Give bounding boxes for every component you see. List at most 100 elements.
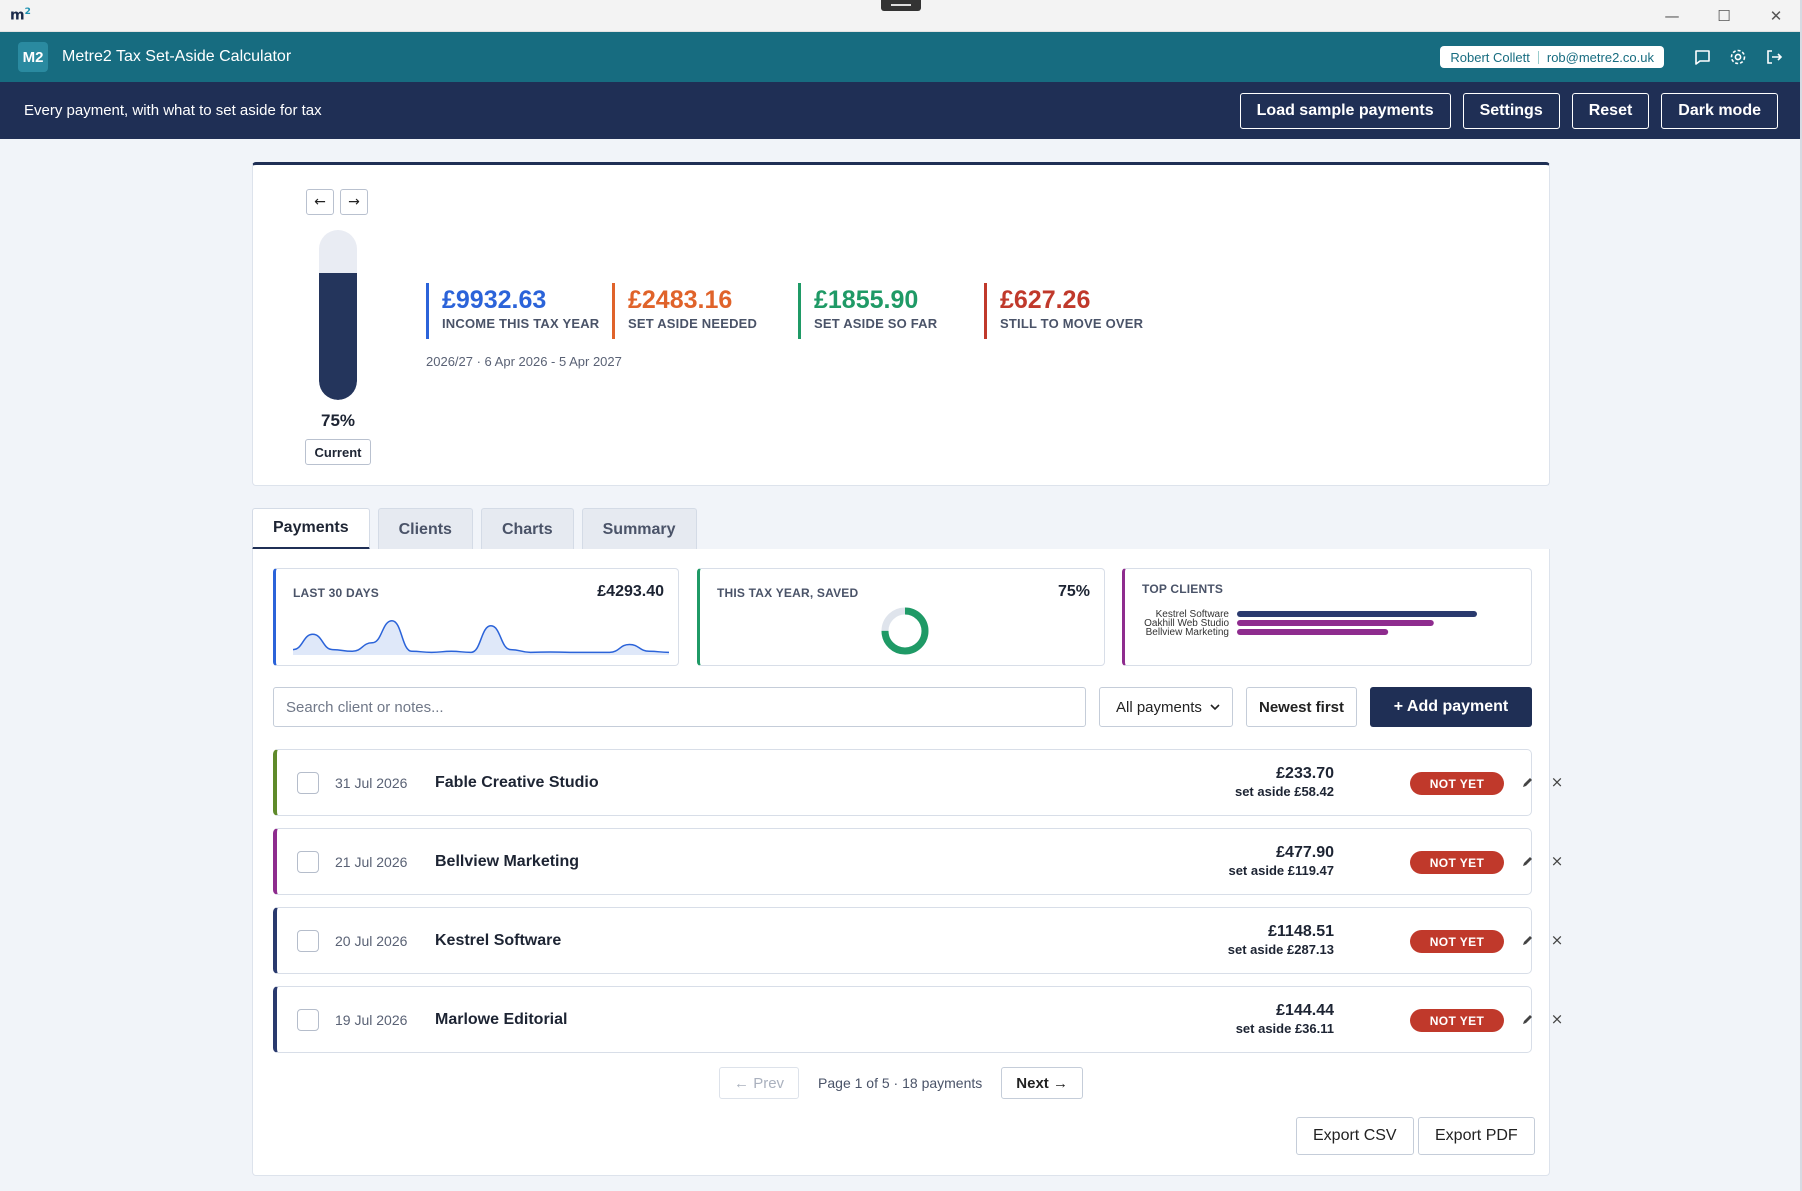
edit-icon[interactable] [1519, 773, 1537, 791]
delete-icon[interactable]: × [1548, 1009, 1566, 1029]
set-aside-amount: set aside £119.47 [1228, 863, 1334, 878]
next-year-button[interactable]: → [340, 189, 368, 215]
payment-row[interactable]: 31 Jul 2026 Fable Creative Studio £233.70 s… [273, 749, 1563, 816]
pagination: ← Prev Page 1 of 5 · 18 payments Next → [253, 1067, 1549, 1099]
page-info: Page 1 of 5 · 18 payments [818, 1075, 983, 1091]
client-name: Marlowe Editorial [435, 1011, 568, 1028]
top-clients-chart: Kestrel SoftwareOakhill Web StudioBellvi… [1144, 609, 1477, 638]
payment-date: 31 Jul 2026 [335, 775, 408, 791]
tab-charts[interactable]: Charts [480, 508, 574, 550]
payment-date: 19 Jul 2026 [335, 1012, 408, 1028]
status-badge[interactable]: NOT YET [1410, 772, 1504, 795]
tagline: Every payment, with what to set aside fo… [24, 102, 322, 119]
user-name: Robert Collett [1450, 49, 1530, 65]
set-aside-amount: set aside £36.11 [1235, 1021, 1334, 1036]
app-title: Metre2 Tax Set-Aside Calculator [62, 48, 292, 65]
tax-year-range: 2026/27 · 6 Apr 2026 - 5 Apr 2027 [426, 354, 622, 369]
reset-button[interactable]: Reset [1571, 92, 1650, 129]
tab-summary[interactable]: Summary [581, 508, 697, 550]
edit-icon[interactable] [1519, 852, 1537, 870]
prev-year-button[interactable]: ← [306, 189, 334, 215]
sparkline-chart [293, 619, 669, 655]
app-logo: M2 [18, 42, 48, 72]
stat-set-aside-so-far: £1855.90 SET ASIDE SO FAR [798, 283, 984, 339]
dark-mode-button[interactable]: Dark mode [1661, 92, 1778, 129]
saved-donut [881, 607, 929, 655]
edit-icon[interactable] [1519, 931, 1537, 949]
add-payment-button[interactable]: + Add payment [1370, 687, 1532, 727]
client-bar [1237, 620, 1434, 626]
tab-payments[interactable]: Payments [252, 508, 370, 550]
row-checkbox[interactable] [297, 1009, 319, 1031]
sort-button[interactable]: Newest first [1246, 687, 1357, 727]
card-value: 75% [1057, 583, 1090, 600]
prev-page-button[interactable]: ← Prev [719, 1067, 800, 1099]
stat-income: £9932.63 INCOME THIS TAX YEAR [426, 283, 612, 339]
load-sample-button[interactable]: Load sample payments [1239, 92, 1451, 129]
chevron-down-icon [1210, 704, 1220, 711]
summary-card: ← → 75% Current £9932.63 INCOME THIS TAX… [252, 162, 1550, 486]
set-aside-amount: set aside £58.42 [1234, 784, 1334, 799]
divider [1537, 50, 1539, 64]
edit-icon[interactable] [1519, 1010, 1537, 1028]
stat-still-to-move: £627.26 STILL TO MOVE OVER [984, 283, 1170, 339]
logout-icon[interactable] [1764, 47, 1784, 67]
payment-row[interactable]: 20 Jul 2026 Kestrel Software £1148.51 set a… [273, 907, 1563, 974]
payment-date: 21 Jul 2026 [335, 854, 408, 870]
close-window-icon[interactable]: ✕ [1750, 0, 1802, 32]
row-checkbox[interactable] [297, 930, 319, 952]
status-badge[interactable]: NOT YET [1410, 851, 1504, 874]
payment-amount: £233.70 [1276, 765, 1334, 782]
payment-row[interactable]: 21 Jul 2026 Bellview Marketing £477.90 set … [273, 828, 1563, 895]
tab-clients[interactable]: Clients [377, 508, 473, 550]
delete-icon[interactable]: × [1548, 851, 1566, 871]
export-pdf-button[interactable]: Export PDF [1418, 1117, 1535, 1155]
toolbar: Every payment, with what to set aside fo… [0, 82, 1802, 139]
delete-icon[interactable]: × [1548, 930, 1566, 950]
stat-label: INCOME THIS TAX YEAR [442, 316, 600, 331]
stat-label: SET ASIDE NEEDED [628, 316, 758, 331]
stat-value: £9932.63 [442, 286, 547, 314]
status-badge[interactable]: NOT YET [1410, 930, 1504, 953]
payment-amount: £1148.51 [1268, 923, 1334, 940]
window-titlebar: m2 — ☐ ✕ [0, 0, 1802, 32]
next-page-button[interactable]: Next → [1001, 1067, 1083, 1099]
client-bar-label: Bellview Marketing [1146, 627, 1229, 638]
stat-value: £2483.16 [628, 286, 733, 314]
last-30-days-card: LAST 30 DAYS £4293.40 [273, 568, 679, 666]
card-title: TOP CLIENTS [1142, 582, 1224, 596]
user-email: rob@metre2.co.uk [1546, 49, 1654, 65]
saved-card: THIS TAX YEAR, SAVED 75% [697, 568, 1105, 666]
row-checkbox[interactable] [297, 851, 319, 873]
stat-label: SET ASIDE SO FAR [814, 316, 938, 331]
client-bar [1237, 629, 1389, 635]
payment-date: 20 Jul 2026 [335, 933, 408, 949]
client-name: Fable Creative Studio [435, 774, 599, 791]
tab-bar: Payments Clients Charts Summary [252, 508, 697, 550]
set-aside-amount: set aside £287.13 [1227, 942, 1334, 957]
row-checkbox[interactable] [297, 772, 319, 794]
maximize-icon[interactable]: ☐ [1698, 0, 1750, 32]
card-title: THIS TAX YEAR, SAVED [717, 586, 859, 600]
gauge-label[interactable]: Current [305, 439, 371, 465]
app-icon: m2 [10, 7, 31, 24]
select-value: All payments [1116, 698, 1202, 716]
settings-button[interactable]: Settings [1462, 92, 1560, 129]
user-pill[interactable]: Robert Collett rob@metre2.co.uk [1440, 46, 1664, 68]
delete-icon[interactable]: × [1548, 772, 1566, 792]
client-name: Kestrel Software [435, 932, 562, 949]
stat-label: STILL TO MOVE OVER [1000, 316, 1144, 331]
drag-handle[interactable] [881, 0, 921, 11]
export-csv-button[interactable]: Export CSV [1296, 1117, 1414, 1155]
payment-row[interactable]: 19 Jul 2026 Marlowe Editorial £144.44 set a… [273, 986, 1563, 1053]
client-bar [1237, 611, 1477, 617]
stat-value: £1855.90 [814, 286, 919, 314]
app-header: M2 Metre2 Tax Set-Aside Calculator Rober… [0, 32, 1802, 82]
chat-icon[interactable] [1692, 47, 1712, 67]
payment-filter-select[interactable]: All payments [1099, 687, 1233, 727]
gear-icon[interactable] [1728, 47, 1748, 67]
status-badge[interactable]: NOT YET [1410, 1009, 1504, 1032]
payment-amount: £144.44 [1276, 1002, 1334, 1019]
minimize-icon[interactable]: — [1646, 0, 1698, 32]
search-input[interactable] [273, 687, 1086, 727]
